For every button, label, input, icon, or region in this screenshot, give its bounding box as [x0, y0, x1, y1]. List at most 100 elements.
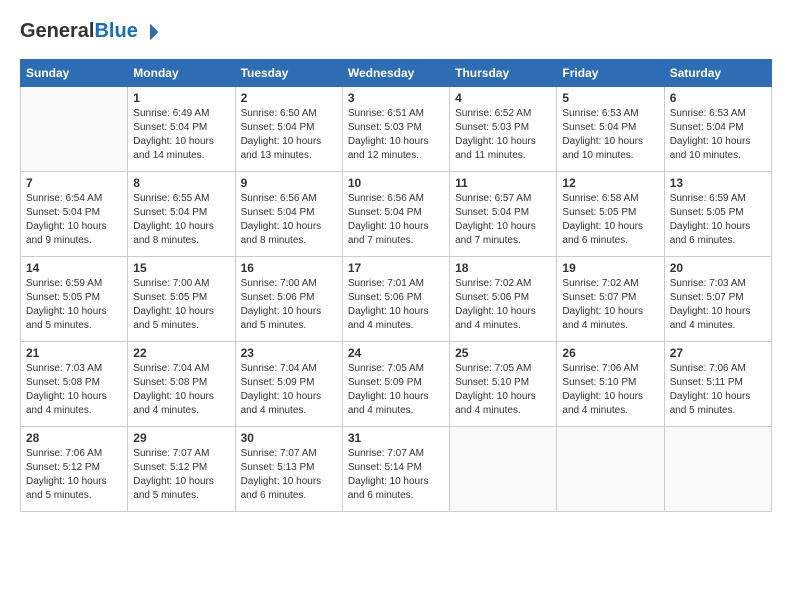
cell-info: Sunrise: 7:03 AM Sunset: 5:08 PM Dayligh…: [26, 362, 122, 418]
calendar-cell: 23 Sunrise: 7:04 AM Sunset: 5:09 PM Dayli…: [235, 342, 342, 427]
day-number: 1: [133, 91, 229, 105]
cell-info: Sunrise: 6:58 AM Sunset: 5:05 PM Dayligh…: [562, 192, 658, 248]
calendar-week-row: 7 Sunrise: 6:54 AM Sunset: 5:04 PM Daylig…: [21, 172, 772, 257]
cell-info: Sunrise: 6:54 AM Sunset: 5:04 PM Dayligh…: [26, 192, 122, 248]
day-number: 19: [562, 261, 658, 275]
calendar-cell: 14Sunrise: 6:59 AM Sunset: 5:05 PM Dayli…: [21, 257, 128, 342]
calendar-cell: 30 Sunrise: 7:07 AM Sunset: 5:13 PM Dayli…: [235, 427, 342, 512]
cell-info: Sunrise: 7:00 AM Sunset: 5:05 PM Dayligh…: [133, 277, 229, 333]
calendar-cell: 10 Sunrise: 6:56 AM Sunset: 5:04 PM Dayli…: [342, 172, 449, 257]
calendar-cell: 2 Sunrise: 6:50 AM Sunset: 5:04 PM Daylig…: [235, 87, 342, 172]
calendar-cell: [557, 427, 664, 512]
cell-info: Sunrise: 7:05 AM Sunset: 5:09 PM Dayligh…: [348, 362, 444, 418]
calendar-cell: 5 Sunrise: 6:53 AM Sunset: 5:04 PM Daylig…: [557, 87, 664, 172]
day-number: 31: [348, 431, 444, 445]
cell-info: Sunrise: 6:59 AM Sunset: 5:05 PM Dayligh…: [670, 192, 766, 248]
calendar-cell: 17 Sunrise: 7:01 AM Sunset: 5:06 PM Dayli…: [342, 257, 449, 342]
day-number: 25: [455, 346, 551, 360]
day-number: 21: [26, 346, 122, 360]
cell-info: Sunrise: 7:07 AM Sunset: 5:14 PM Dayligh…: [348, 447, 444, 503]
cell-info: Sunrise: 6:55 AM Sunset: 5:04 PM Dayligh…: [133, 192, 229, 248]
day-number: 23: [241, 346, 337, 360]
logo: GeneralBlue: [20, 20, 160, 43]
calendar-cell: 29 Sunrise: 7:07 AM Sunset: 5:12 PM Dayli…: [128, 427, 235, 512]
calendar-cell: 28 Sunrise: 7:06 AM Sunset: 5:12 PM Dayli…: [21, 427, 128, 512]
calendar-day-header: Saturday: [664, 60, 771, 87]
day-number: 30: [241, 431, 337, 445]
day-number: 8: [133, 176, 229, 190]
calendar-day-header: Friday: [557, 60, 664, 87]
cell-info: Sunrise: 6:56 AM Sunset: 5:04 PM Dayligh…: [348, 192, 444, 248]
cell-info: Sunrise: 6:51 AM Sunset: 5:03 PM Dayligh…: [348, 107, 444, 163]
calendar-day-header: Thursday: [450, 60, 557, 87]
calendar-week-row: 1 Sunrise: 6:49 AM Sunset: 5:04 PM Daylig…: [21, 87, 772, 172]
day-number: 11: [455, 176, 551, 190]
calendar-cell: [450, 427, 557, 512]
calendar-cell: 25 Sunrise: 7:05 AM Sunset: 5:10 PM Dayli…: [450, 342, 557, 427]
cell-info: Sunrise: 7:03 AM Sunset: 5:07 PM Dayligh…: [670, 277, 766, 333]
calendar-cell: 7 Sunrise: 6:54 AM Sunset: 5:04 PM Daylig…: [21, 172, 128, 257]
calendar-cell: 12 Sunrise: 6:58 AM Sunset: 5:05 PM Dayli…: [557, 172, 664, 257]
cell-info: Sunrise: 7:02 AM Sunset: 5:06 PM Dayligh…: [455, 277, 551, 333]
day-number: 3: [348, 91, 444, 105]
day-number: 24: [348, 346, 444, 360]
cell-info: Sunrise: 7:06 AM Sunset: 5:11 PM Dayligh…: [670, 362, 766, 418]
day-number: 5: [562, 91, 658, 105]
calendar-day-header: Sunday: [21, 60, 128, 87]
calendar-cell: 1 Sunrise: 6:49 AM Sunset: 5:04 PM Daylig…: [128, 87, 235, 172]
cell-info: Sunrise: 6:52 AM Sunset: 5:03 PM Dayligh…: [455, 107, 551, 163]
calendar-cell: 8 Sunrise: 6:55 AM Sunset: 5:04 PM Daylig…: [128, 172, 235, 257]
logo-icon: [140, 22, 160, 42]
day-number: 6: [670, 91, 766, 105]
calendar-cell: 27 Sunrise: 7:06 AM Sunset: 5:11 PM Dayli…: [664, 342, 771, 427]
calendar-cell: 31 Sunrise: 7:07 AM Sunset: 5:14 PM Dayli…: [342, 427, 449, 512]
cell-info: Sunrise: 6:50 AM Sunset: 5:04 PM Dayligh…: [241, 107, 337, 163]
calendar-table: SundayMondayTuesdayWednesdayThursdayFrid…: [20, 59, 772, 512]
page-header: GeneralBlue: [20, 20, 772, 43]
logo-general-text: General: [20, 20, 94, 43]
cell-info: Sunrise: 6:57 AM Sunset: 5:04 PM Dayligh…: [455, 192, 551, 248]
calendar-week-row: 28 Sunrise: 7:06 AM Sunset: 5:12 PM Dayli…: [21, 427, 772, 512]
day-number: 17: [348, 261, 444, 275]
cell-info: Sunrise: 6:53 AM Sunset: 5:04 PM Dayligh…: [670, 107, 766, 163]
cell-info: Sunrise: 7:07 AM Sunset: 5:13 PM Dayligh…: [241, 447, 337, 503]
calendar-day-header: Wednesday: [342, 60, 449, 87]
calendar-header-row: SundayMondayTuesdayWednesdayThursdayFrid…: [21, 60, 772, 87]
cell-info: Sunrise: 7:06 AM Sunset: 5:10 PM Dayligh…: [562, 362, 658, 418]
cell-info: Sunrise: 7:05 AM Sunset: 5:10 PM Dayligh…: [455, 362, 551, 418]
calendar-day-header: Tuesday: [235, 60, 342, 87]
calendar-cell: 18Sunrise: 7:02 AM Sunset: 5:06 PM Dayli…: [450, 257, 557, 342]
calendar-week-row: 21 Sunrise: 7:03 AM Sunset: 5:08 PM Dayli…: [21, 342, 772, 427]
cell-info: Sunrise: 7:02 AM Sunset: 5:07 PM Dayligh…: [562, 277, 658, 333]
calendar-cell: 4 Sunrise: 6:52 AM Sunset: 5:03 PM Daylig…: [450, 87, 557, 172]
cell-info: Sunrise: 7:07 AM Sunset: 5:12 PM Dayligh…: [133, 447, 229, 503]
day-number: 10: [348, 176, 444, 190]
day-number: 12: [562, 176, 658, 190]
day-number: 29: [133, 431, 229, 445]
day-number: 28: [26, 431, 122, 445]
calendar-cell: 24 Sunrise: 7:05 AM Sunset: 5:09 PM Dayli…: [342, 342, 449, 427]
day-number: 7: [26, 176, 122, 190]
day-number: 22: [133, 346, 229, 360]
calendar-cell: 9Sunrise: 6:56 AM Sunset: 5:04 PM Daylig…: [235, 172, 342, 257]
day-number: 13: [670, 176, 766, 190]
cell-info: Sunrise: 7:06 AM Sunset: 5:12 PM Dayligh…: [26, 447, 122, 503]
cell-info: Sunrise: 6:53 AM Sunset: 5:04 PM Dayligh…: [562, 107, 658, 163]
cell-info: Sunrise: 6:56 AM Sunset: 5:04 PM Dayligh…: [241, 192, 337, 248]
calendar-cell: 21 Sunrise: 7:03 AM Sunset: 5:08 PM Dayli…: [21, 342, 128, 427]
calendar-cell: 15 Sunrise: 7:00 AM Sunset: 5:05 PM Dayli…: [128, 257, 235, 342]
cell-info: Sunrise: 7:00 AM Sunset: 5:06 PM Dayligh…: [241, 277, 337, 333]
cell-info: Sunrise: 6:49 AM Sunset: 5:04 PM Dayligh…: [133, 107, 229, 163]
day-number: 15: [133, 261, 229, 275]
day-number: 4: [455, 91, 551, 105]
calendar-cell: 3 Sunrise: 6:51 AM Sunset: 5:03 PM Daylig…: [342, 87, 449, 172]
day-number: 2: [241, 91, 337, 105]
calendar-cell: 20 Sunrise: 7:03 AM Sunset: 5:07 PM Dayli…: [664, 257, 771, 342]
cell-info: Sunrise: 7:01 AM Sunset: 5:06 PM Dayligh…: [348, 277, 444, 333]
day-number: 16: [241, 261, 337, 275]
day-number: 27: [670, 346, 766, 360]
cell-info: Sunrise: 7:04 AM Sunset: 5:09 PM Dayligh…: [241, 362, 337, 418]
day-number: 20: [670, 261, 766, 275]
logo-blue-text: Blue: [94, 20, 137, 43]
calendar-cell: [21, 87, 128, 172]
